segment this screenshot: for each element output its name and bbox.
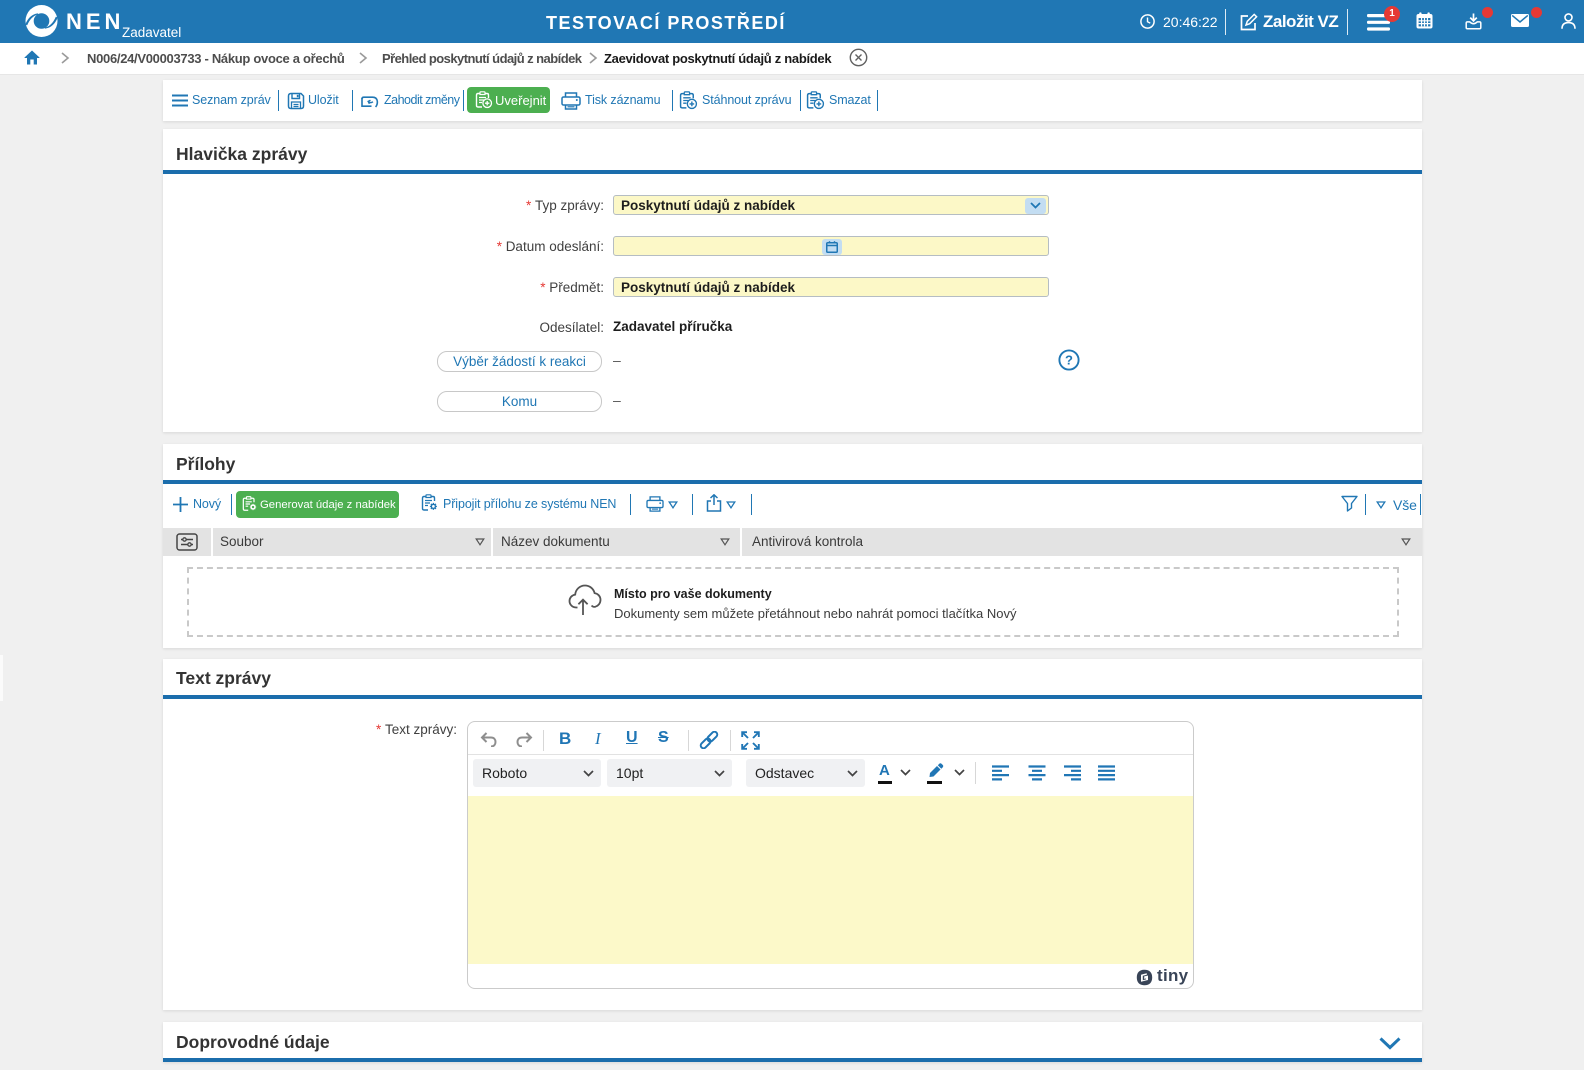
svg-text:?: ?: [1065, 353, 1073, 368]
